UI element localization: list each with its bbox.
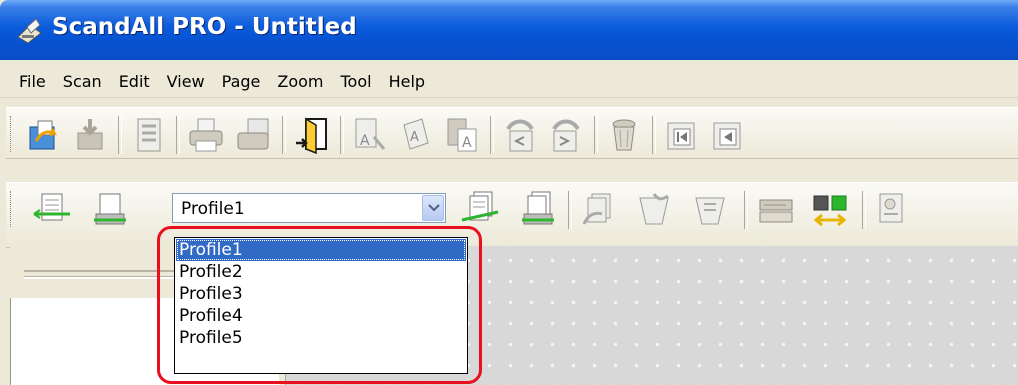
chevron-down-icon [428,204,440,212]
batch-settings-button[interactable] [518,190,558,230]
rotate-right-icon [552,119,580,152]
open-file-button[interactable] [24,115,64,155]
toolbar-separator [652,116,656,154]
rotate-right-button[interactable] [546,115,586,155]
toolbar-separator [118,116,122,154]
exit-door-icon [296,117,327,155]
first-page-button[interactable] [662,115,702,155]
toolbar-separator [490,116,494,154]
rotate-left-button[interactable] [500,115,540,155]
toolbar-separator [340,116,344,154]
ocr-scan-icon: A [355,118,386,150]
scan-to-mail-button[interactable] [634,190,674,230]
toolbar-separator [568,191,572,229]
first-page-icon [667,122,695,150]
network-scan-button[interactable] [810,190,850,230]
list-view-icon [137,118,161,152]
svg-text:A: A [462,135,472,151]
delete-bin-icon [612,119,636,151]
scanner-settings-button[interactable] [756,190,796,230]
menu-file[interactable]: File [10,70,54,93]
title-bar[interactable]: ScandAll PRO - Untitled [0,0,1018,60]
toolbar-separator [744,191,748,229]
window-title: ScandAll PRO - Untitled [52,14,357,40]
app-window: ScandAll PRO - Untitled File Scan Edit V… [0,0,1018,385]
network-scan-icon [813,195,847,227]
batch-scan-button[interactable] [460,190,500,230]
toolbar-separator [862,191,866,229]
svg-text:A: A [410,130,419,145]
toolbar-separator [594,116,598,154]
scan-to-printer-button[interactable] [690,190,730,230]
profile-editor-icon [879,193,903,223]
list-view-button[interactable] [128,115,168,155]
profile-select-value: Profile1 [181,199,245,219]
ocr-rotate-icon: A [403,118,429,150]
menu-tool[interactable]: Tool [332,70,380,93]
import-button[interactable] [70,115,110,155]
prev-page-button[interactable] [708,115,748,155]
main-toolbar: A A A [6,107,1018,159]
scan-to-mail-icon [639,193,669,225]
open-file-icon [29,120,57,150]
profile-select[interactable]: Profile1 [172,193,446,223]
annotation-highlight [157,226,482,384]
import-icon [77,119,103,150]
batch-settings-icon [522,191,554,225]
menu-edit[interactable]: Edit [110,70,158,93]
menu-page[interactable]: Page [213,70,269,93]
toolbar-grip[interactable] [10,191,15,227]
ocr-rotate-button[interactable]: A [396,115,436,155]
scan-page-button[interactable] [32,190,72,230]
print-button[interactable] [186,115,226,155]
ocr-text-button[interactable]: A [442,115,482,155]
fax-button[interactable] [234,115,274,155]
toolbar-grip[interactable] [10,116,15,152]
print-icon [189,118,223,152]
rotate-left-icon [506,119,534,152]
menu-help[interactable]: Help [380,70,433,93]
delete-button[interactable] [604,115,644,155]
menu-view[interactable]: View [158,70,213,93]
batch-scan-icon [461,191,499,222]
exit-button[interactable] [292,115,332,155]
profile-editor-button[interactable] [872,190,912,230]
menu-zoom[interactable]: Zoom [268,70,331,93]
scan-to-folder-button[interactable] [578,190,618,230]
toolbar-separator [282,116,286,154]
ocr-scan-button[interactable]: A [350,115,390,155]
svg-text:A: A [360,133,370,149]
scan-to-printer-icon [695,197,725,225]
fax-icon [237,118,269,150]
menu-scan[interactable]: Scan [54,70,110,93]
scan-settings-icon [94,193,126,225]
ocr-text-icon: A [447,118,477,152]
scanner-icon [17,18,42,44]
scan-to-folder-icon [582,193,611,225]
scan-settings-button[interactable] [90,190,130,230]
profile-dropdown-button[interactable] [422,195,444,221]
scan-page-icon [33,193,70,221]
scanner-settings-icon [759,199,793,223]
prev-page-icon [713,122,741,150]
menu-bar: File Scan Edit View Page Zoom Tool Help [0,66,1018,98]
toolbar-separator [176,116,180,154]
